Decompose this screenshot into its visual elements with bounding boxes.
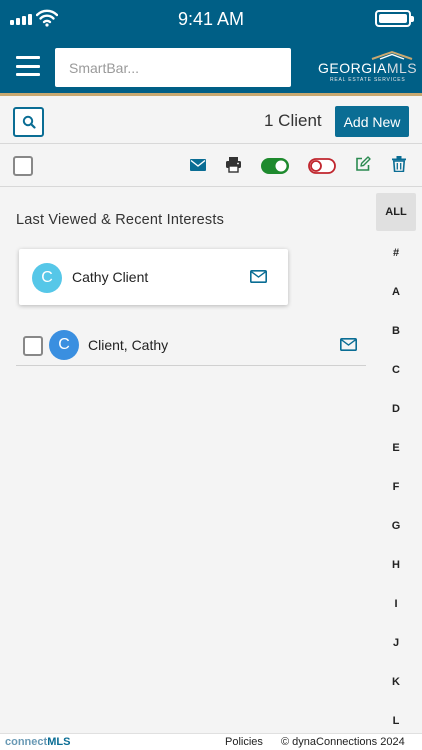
- client-count: 1 Client: [264, 111, 322, 130]
- recent-client-card[interactable]: C Cathy Client: [19, 249, 288, 305]
- toggle-off-icon[interactable]: [308, 158, 336, 174]
- hamburger-menu-icon[interactable]: [16, 56, 40, 76]
- avatar: C: [49, 330, 79, 360]
- alpha-filter-g[interactable]: G: [376, 520, 416, 532]
- battery-icon: [375, 10, 414, 27]
- alpha-filter-hash[interactable]: #: [376, 247, 416, 259]
- alpha-filter-i[interactable]: I: [376, 598, 416, 610]
- alpha-filter-all[interactable]: ALL: [376, 193, 416, 231]
- avatar: C: [32, 263, 62, 293]
- logo-wordmark: GEORGIAMLS: [318, 60, 418, 76]
- section-title: Last Viewed & Recent Interests: [16, 212, 225, 228]
- smartbar-input[interactable]: [55, 48, 291, 87]
- alpha-filter-j[interactable]: J: [376, 637, 416, 649]
- search-icon: [22, 115, 36, 129]
- alpha-filter-d[interactable]: D: [376, 403, 416, 415]
- search-button[interactable]: [13, 107, 44, 137]
- printer-icon[interactable]: [225, 156, 242, 173]
- alpha-filter-h[interactable]: H: [376, 559, 416, 571]
- copyright-text: © dynaConnections 2024: [281, 736, 405, 748]
- client-row-checkbox[interactable]: [23, 336, 43, 356]
- add-new-button[interactable]: Add New: [335, 106, 409, 137]
- status-bar: 9:41 AM: [0, 0, 422, 38]
- alpha-filter-k[interactable]: K: [376, 676, 416, 688]
- client-name: Client, Cathy: [88, 337, 169, 353]
- alpha-filter-c[interactable]: C: [376, 364, 416, 376]
- email-icon[interactable]: [190, 159, 206, 171]
- policies-link[interactable]: Policies: [225, 736, 263, 748]
- bulk-action-bar: [0, 145, 422, 187]
- roof-icon: [371, 50, 413, 60]
- alpha-filter-a[interactable]: A: [376, 286, 416, 298]
- client-row[interactable]: C Client, Cathy: [16, 324, 366, 366]
- logo-tagline: REAL ESTATE SERVICES: [330, 77, 406, 83]
- toggle-on-icon[interactable]: [261, 158, 289, 174]
- trash-icon[interactable]: [392, 156, 406, 172]
- app-header: GEORGIAMLS REAL ESTATE SERVICES: [0, 38, 422, 96]
- connectmls-logo: connectMLS: [5, 736, 71, 748]
- email-icon[interactable]: [250, 270, 267, 283]
- edit-icon[interactable]: [355, 156, 371, 172]
- footer: connectMLS Policies © dynaConnections 20…: [0, 733, 422, 750]
- email-icon[interactable]: [340, 338, 357, 351]
- alphabet-index: ALL # A B C D E F G H I J K L: [376, 193, 416, 733]
- client-toolbar: 1 Client Add New: [0, 96, 422, 144]
- select-all-checkbox[interactable]: [13, 156, 33, 176]
- georgia-mls-logo: GEORGIAMLS REAL ESTATE SERVICES: [318, 50, 418, 86]
- alpha-filter-e[interactable]: E: [376, 442, 416, 454]
- clock: 9:41 AM: [177, 9, 245, 29]
- alpha-filter-f[interactable]: F: [376, 481, 416, 493]
- recent-client-name: Cathy Client: [72, 269, 149, 285]
- alpha-filter-l[interactable]: L: [376, 715, 416, 727]
- alpha-filter-b[interactable]: B: [376, 325, 416, 337]
